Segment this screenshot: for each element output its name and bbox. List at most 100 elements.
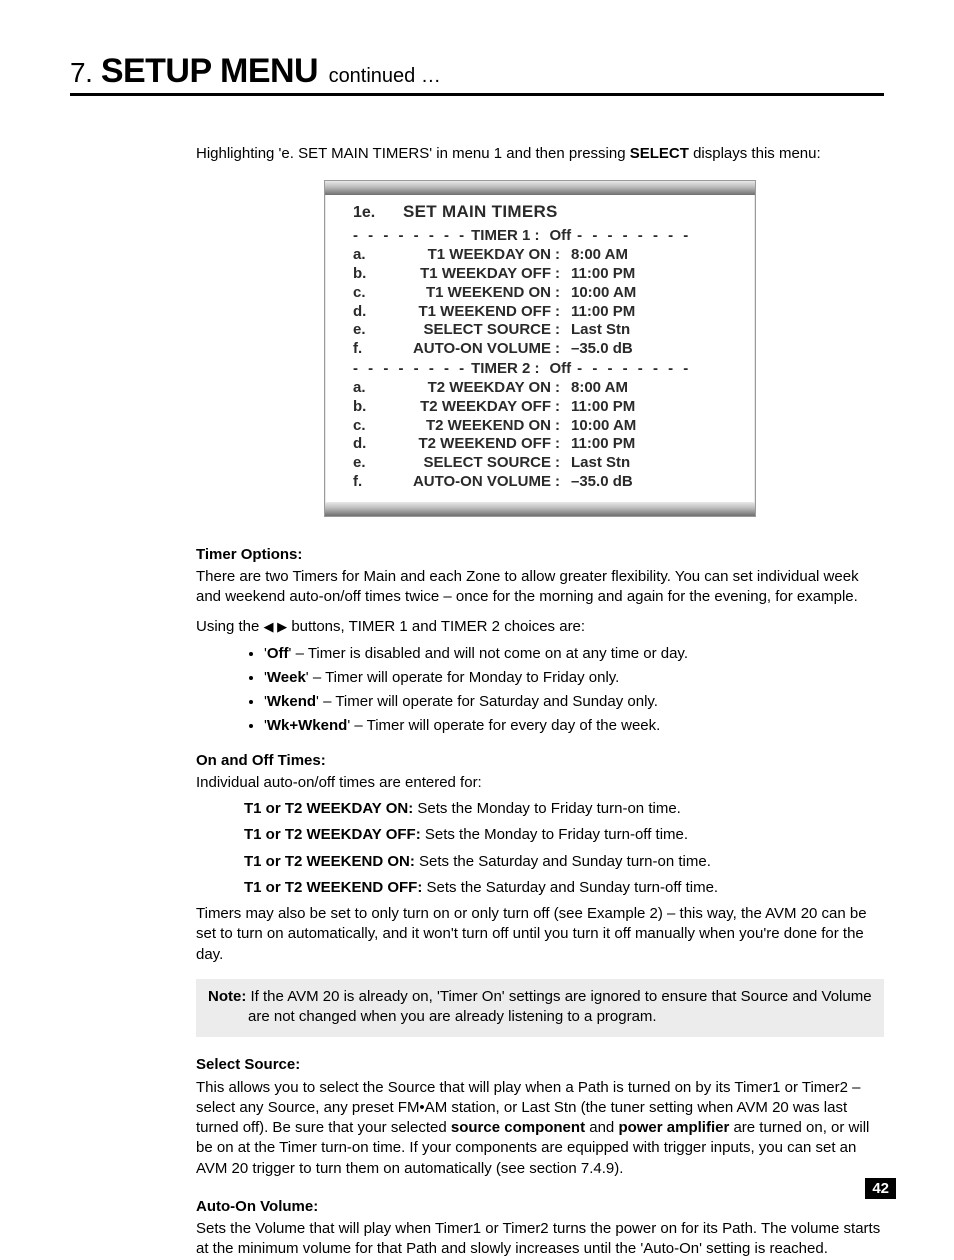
menu-row: a.T2 WEEKDAY ON:8:00 AM bbox=[353, 379, 727, 398]
timer-options-bullets: 'Off' – Timer is disabled and will not c… bbox=[196, 644, 884, 737]
page-header: 7. SETUP MENU continued … bbox=[70, 52, 884, 96]
section-title: SETUP MENU bbox=[101, 52, 318, 90]
autoon-p: Sets the Volume that will play when Time… bbox=[196, 1219, 884, 1260]
ss-mid: and bbox=[585, 1119, 618, 1136]
select-source-p: This allows you to select the Source tha… bbox=[196, 1078, 884, 1179]
timer-options-head: Timer Options: bbox=[196, 545, 884, 565]
menu-row-colon: : bbox=[555, 303, 565, 322]
menu-timer1-divider: - - - - - - - - TIMER 1 : Off - - - - - … bbox=[353, 226, 727, 246]
menu-row-colon: : bbox=[555, 265, 565, 284]
menu-row-value: 10:00 AM bbox=[565, 284, 636, 303]
menu-row-value: 11:00 PM bbox=[565, 303, 635, 322]
section-number: 7. bbox=[70, 57, 92, 88]
menu-row: b.T2 WEEKDAY OFF:11:00 PM bbox=[353, 398, 727, 417]
onoff-def-row: T1 or T2 WEEKDAY ON: Sets the Monday to … bbox=[244, 799, 884, 819]
note-box: Note: If the AVM 20 is already on, 'Time… bbox=[196, 979, 884, 1038]
section-continued: continued … bbox=[329, 65, 441, 87]
menu-row-letter: c. bbox=[353, 417, 385, 436]
onoff-def-row: T1 or T2 WEEKEND ON: Sets the Saturday a… bbox=[244, 852, 884, 872]
p2-post: buttons, TIMER 1 and TIMER 2 choices are… bbox=[287, 618, 585, 635]
menu-row-letter: a. bbox=[353, 379, 385, 398]
menu-row-label: T1 WEEKEND OFF bbox=[385, 303, 555, 322]
timer1-value: Off bbox=[543, 226, 577, 246]
menu-row-letter: e. bbox=[353, 321, 385, 340]
page-number: 42 bbox=[865, 1178, 896, 1199]
menu-top-bar bbox=[325, 181, 755, 195]
menu-row-value: –35.0 dB bbox=[565, 340, 633, 359]
menu-timer2-divider: - - - - - - - - TIMER 2 : Off - - - - - … bbox=[353, 359, 727, 379]
ss-b2: power amplifier bbox=[618, 1119, 729, 1136]
menu-row-label: T2 WEEKEND OFF bbox=[385, 435, 555, 454]
ss-b1: source component bbox=[451, 1119, 585, 1136]
onoff-p2: Timers may also be set to only turn on o… bbox=[196, 904, 884, 965]
menu-row-label: T1 WEEKDAY ON bbox=[385, 246, 555, 265]
intro-text: Highlighting 'e. SET MAIN TIMERS' in men… bbox=[196, 144, 884, 164]
note-text: If the AVM 20 is already on, 'Timer On' … bbox=[246, 988, 871, 1025]
menu-row-colon: : bbox=[555, 435, 565, 454]
menu-index: 1e. bbox=[353, 202, 403, 224]
timer-option-bullet: 'Wk+Wkend' – Timer will operate for ever… bbox=[264, 716, 884, 736]
menu-row: b.T1 WEEKDAY OFF:11:00 PM bbox=[353, 265, 727, 284]
intro-bold: SELECT bbox=[630, 145, 689, 162]
timer2-value: Off bbox=[543, 359, 577, 379]
menu-row: e.SELECT SOURCE:Last Stn bbox=[353, 454, 727, 473]
select-source-head: Select Source: bbox=[196, 1055, 884, 1075]
menu-row: c.T2 WEEKEND ON:10:00 AM bbox=[353, 417, 727, 436]
menu-row: d.T2 WEEKEND OFF:11:00 PM bbox=[353, 435, 727, 454]
menu-row-value: 8:00 AM bbox=[565, 379, 628, 398]
menu-row-colon: : bbox=[555, 321, 565, 340]
menu-row: c.T1 WEEKEND ON:10:00 AM bbox=[353, 284, 727, 303]
menu-row-value: Last Stn bbox=[565, 454, 630, 473]
menu-row-letter: b. bbox=[353, 265, 385, 284]
menu-screenshot: 1e. SET MAIN TIMERS - - - - - - - - TIME… bbox=[324, 180, 756, 516]
timer-options-p2: Using the ◀ ▶ buttons, TIMER 1 and TIMER… bbox=[196, 617, 884, 637]
menu-row-label: AUTO-ON VOLUME bbox=[385, 473, 555, 492]
menu-row-label: AUTO-ON VOLUME bbox=[385, 340, 555, 359]
menu-row-label: T1 WEEKDAY OFF bbox=[385, 265, 555, 284]
menu-row-letter: f. bbox=[353, 340, 385, 359]
menu-row-letter: f. bbox=[353, 473, 385, 492]
menu-row-colon: : bbox=[555, 398, 565, 417]
menu-row-letter: d. bbox=[353, 435, 385, 454]
menu-row-letter: d. bbox=[353, 303, 385, 322]
menu-row: e.SELECT SOURCE:Last Stn bbox=[353, 321, 727, 340]
note-label: Note: bbox=[208, 988, 246, 1005]
menu-row: a.T1 WEEKDAY ON:8:00 AM bbox=[353, 246, 727, 265]
menu-row-value: Last Stn bbox=[565, 321, 630, 340]
menu-row-letter: e. bbox=[353, 454, 385, 473]
menu-row-colon: : bbox=[555, 284, 565, 303]
menu-row-colon: : bbox=[555, 454, 565, 473]
menu-row-colon: : bbox=[555, 340, 565, 359]
onoff-p1: Individual auto-on/off times are entered… bbox=[196, 773, 884, 793]
menu-row-colon: : bbox=[555, 246, 565, 265]
autoon-head: Auto-On Volume: bbox=[196, 1197, 884, 1217]
menu-row-letter: c. bbox=[353, 284, 385, 303]
menu-row-value: 10:00 AM bbox=[565, 417, 636, 436]
menu-row-label: T2 WEEKEND ON bbox=[385, 417, 555, 436]
menu-row-label: SELECT SOURCE bbox=[385, 454, 555, 473]
menu-row: d.T1 WEEKEND OFF:11:00 PM bbox=[353, 303, 727, 322]
menu-row-label: SELECT SOURCE bbox=[385, 321, 555, 340]
menu-row-letter: a. bbox=[353, 246, 385, 265]
menu-row: f.AUTO-ON VOLUME:–35.0 dB bbox=[353, 473, 727, 492]
menu-row-colon: : bbox=[555, 379, 565, 398]
timer-option-bullet: 'Wkend' – Timer will operate for Saturda… bbox=[264, 692, 884, 712]
menu-row-label: T1 WEEKEND ON bbox=[385, 284, 555, 303]
onoff-def-row: T1 or T2 WEEKEND OFF: Sets the Saturday … bbox=[244, 878, 884, 898]
menu-row-colon: : bbox=[555, 473, 565, 492]
menu-row: f.AUTO-ON VOLUME:–35.0 dB bbox=[353, 340, 727, 359]
menu-row-value: 11:00 PM bbox=[565, 398, 635, 417]
menu-row-value: 11:00 PM bbox=[565, 435, 635, 454]
menu-row-value: 8:00 AM bbox=[565, 246, 628, 265]
menu-row-value: –35.0 dB bbox=[565, 473, 633, 492]
timer-option-bullet: 'Week' – Timer will operate for Monday t… bbox=[264, 668, 884, 688]
timer-option-bullet: 'Off' – Timer is disabled and will not c… bbox=[264, 644, 884, 664]
onoff-defs: T1 or T2 WEEKDAY ON: Sets the Monday to … bbox=[244, 799, 884, 898]
menu-row-label: T2 WEEKDAY ON bbox=[385, 379, 555, 398]
menu-row-label: T2 WEEKDAY OFF bbox=[385, 398, 555, 417]
timer-options-p1: There are two Timers for Main and each Z… bbox=[196, 567, 884, 608]
intro-post: displays this menu: bbox=[689, 145, 821, 162]
menu-row-letter: b. bbox=[353, 398, 385, 417]
intro-pre: Highlighting 'e. SET MAIN TIMERS' in men… bbox=[196, 145, 630, 162]
p2-pre: Using the bbox=[196, 618, 264, 635]
